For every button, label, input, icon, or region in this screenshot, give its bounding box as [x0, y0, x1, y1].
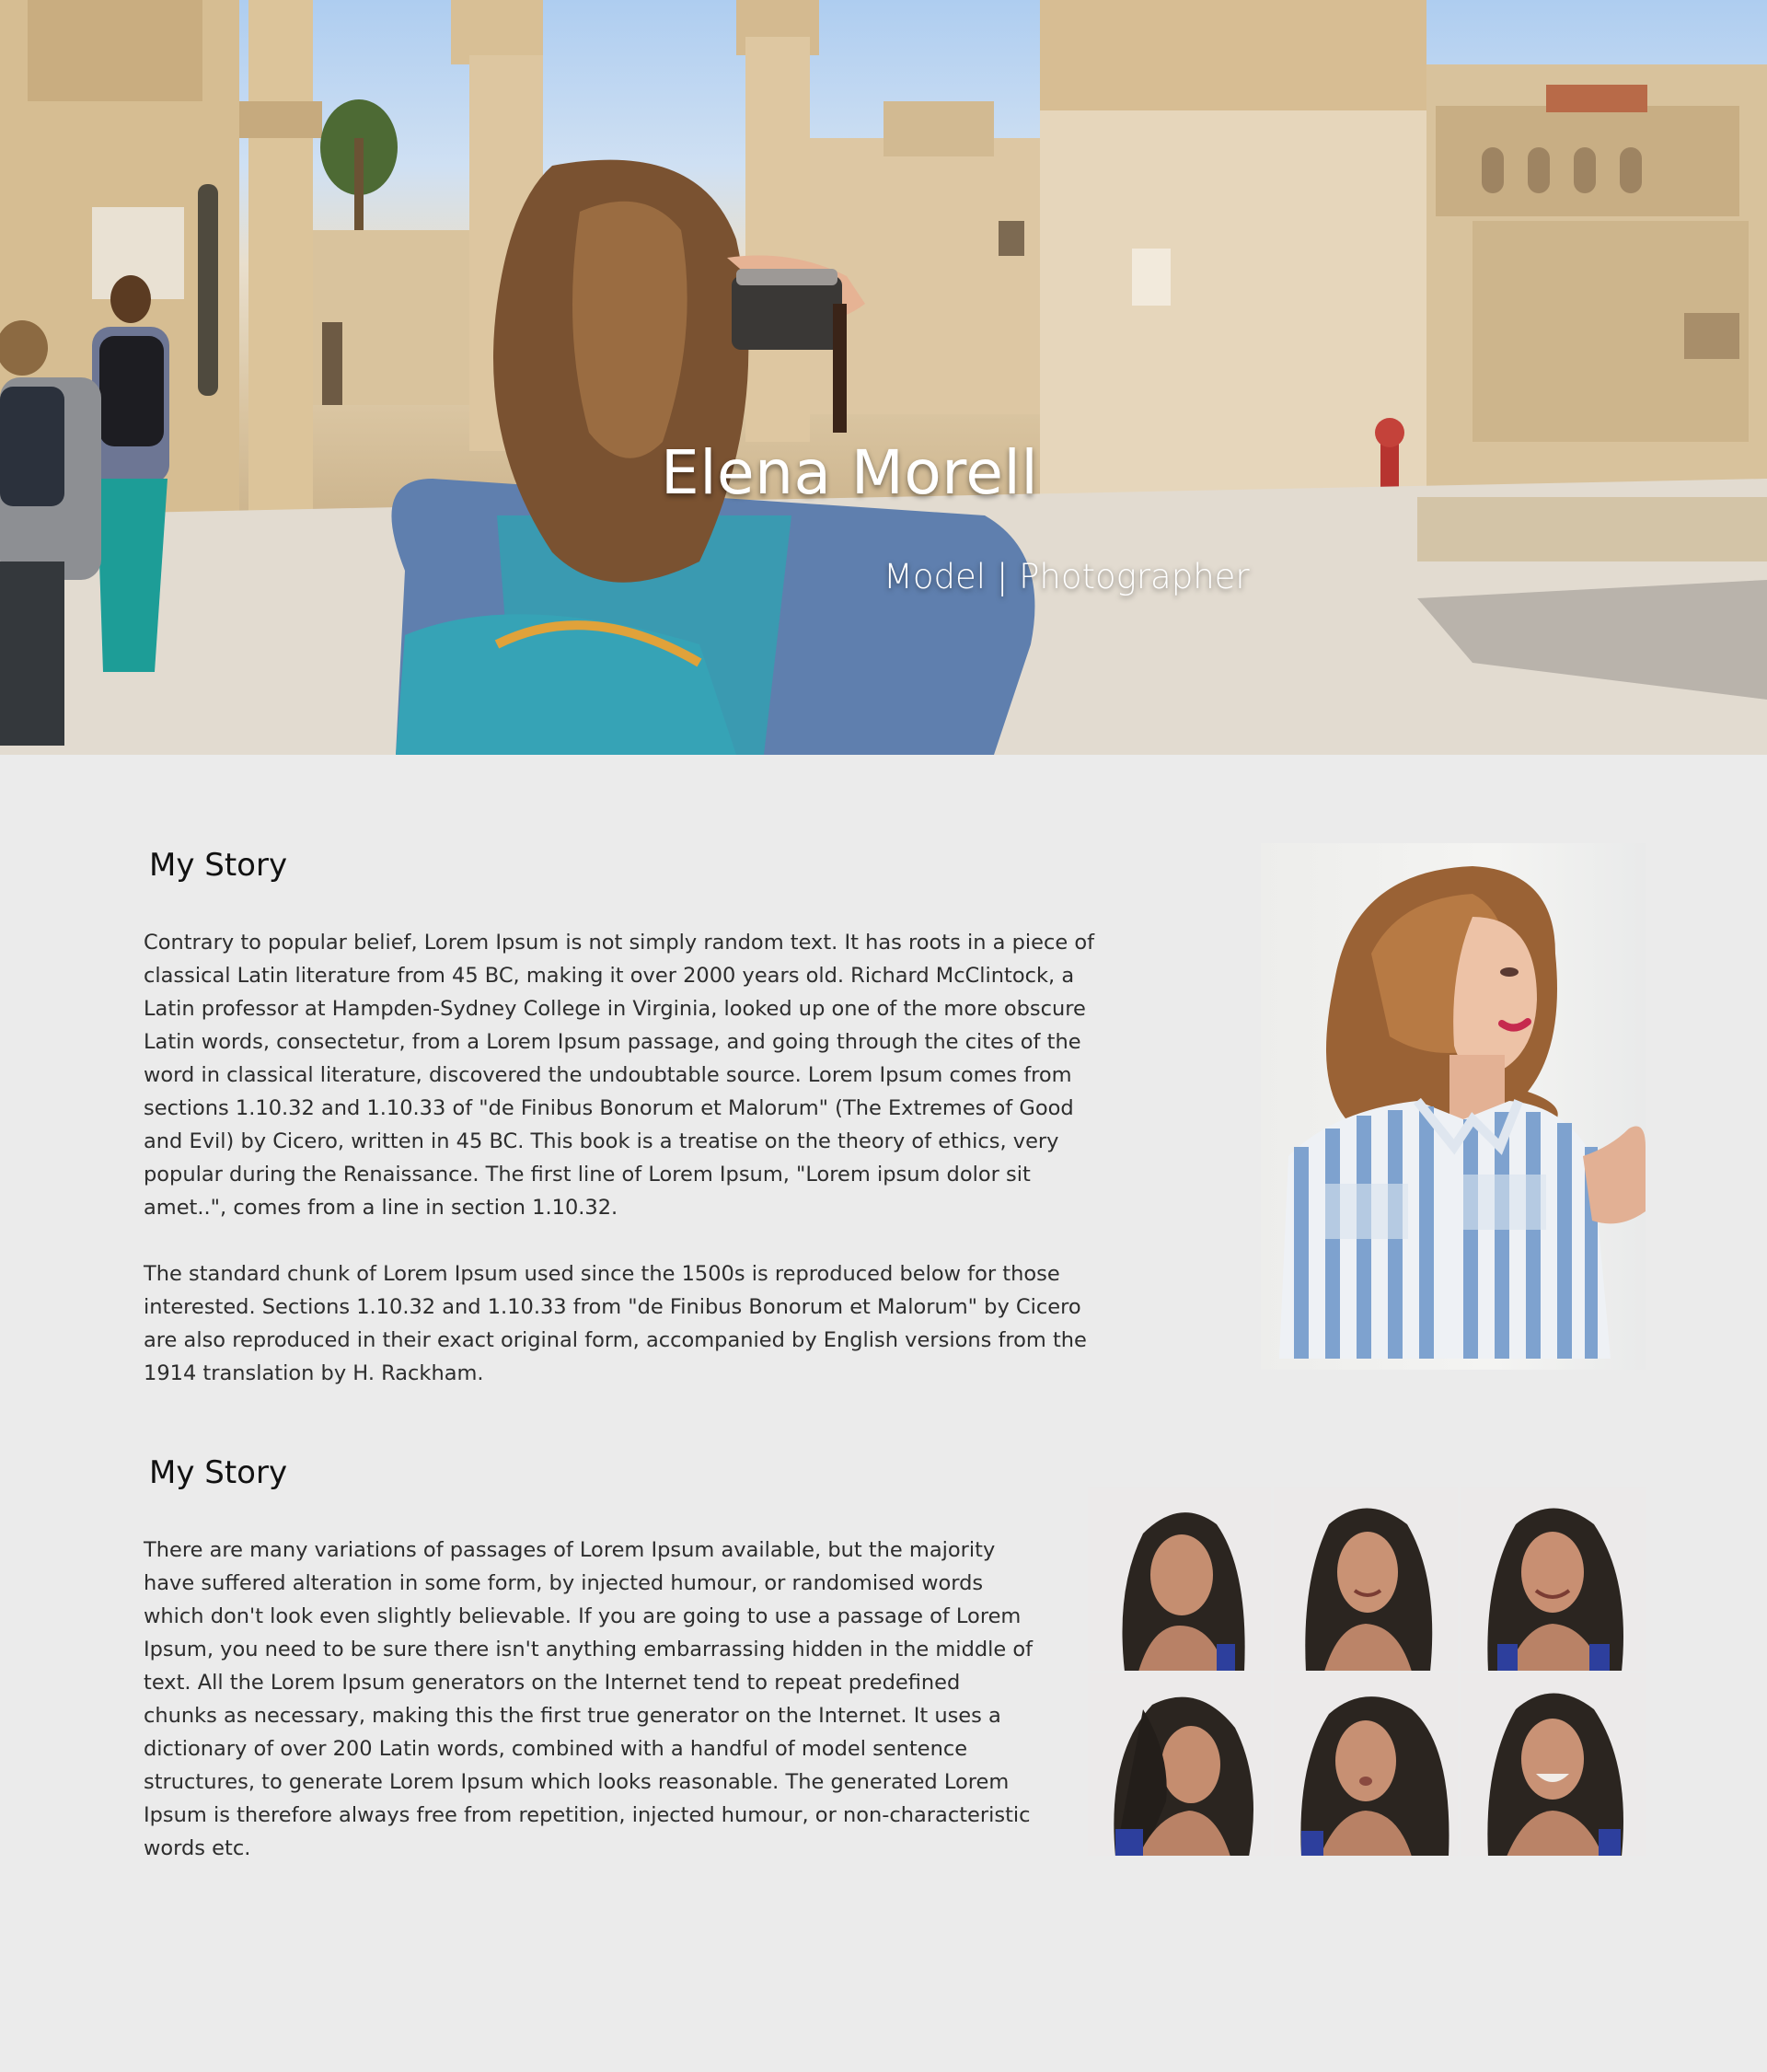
story-1-paragraph-2: The standard chunk of Lorem Ipsum used s…	[144, 1262, 1087, 1385]
hero-background-photo	[0, 0, 1767, 755]
story-1-paragraph-1: Contrary to popular belief, Lorem Ipsum …	[144, 931, 1095, 1220]
portrait-photo	[1261, 843, 1646, 1370]
grid-photo-3	[1461, 1487, 1646, 1671]
hero-banner: Elena Morell Model | Photographer	[0, 0, 1767, 755]
grid-photo-1	[1088, 1487, 1271, 1671]
grid-photo-4	[1088, 1673, 1271, 1856]
hero-name: Elena Morell	[661, 437, 1039, 508]
story-heading-2: My Story	[149, 1454, 288, 1491]
story-2-paragraph-1: There are many variations of passages of…	[144, 1538, 1034, 1860]
expression-photo-grid	[1088, 1487, 1646, 1856]
portrait-image	[1279, 866, 1646, 1359]
grid-photo-5	[1274, 1673, 1458, 1856]
hero-tagline: Model | Photographer	[884, 557, 1250, 596]
story-heading-1: My Story	[149, 847, 288, 884]
grid-photo-2	[1274, 1487, 1458, 1671]
grid-photo-6	[1461, 1673, 1646, 1856]
